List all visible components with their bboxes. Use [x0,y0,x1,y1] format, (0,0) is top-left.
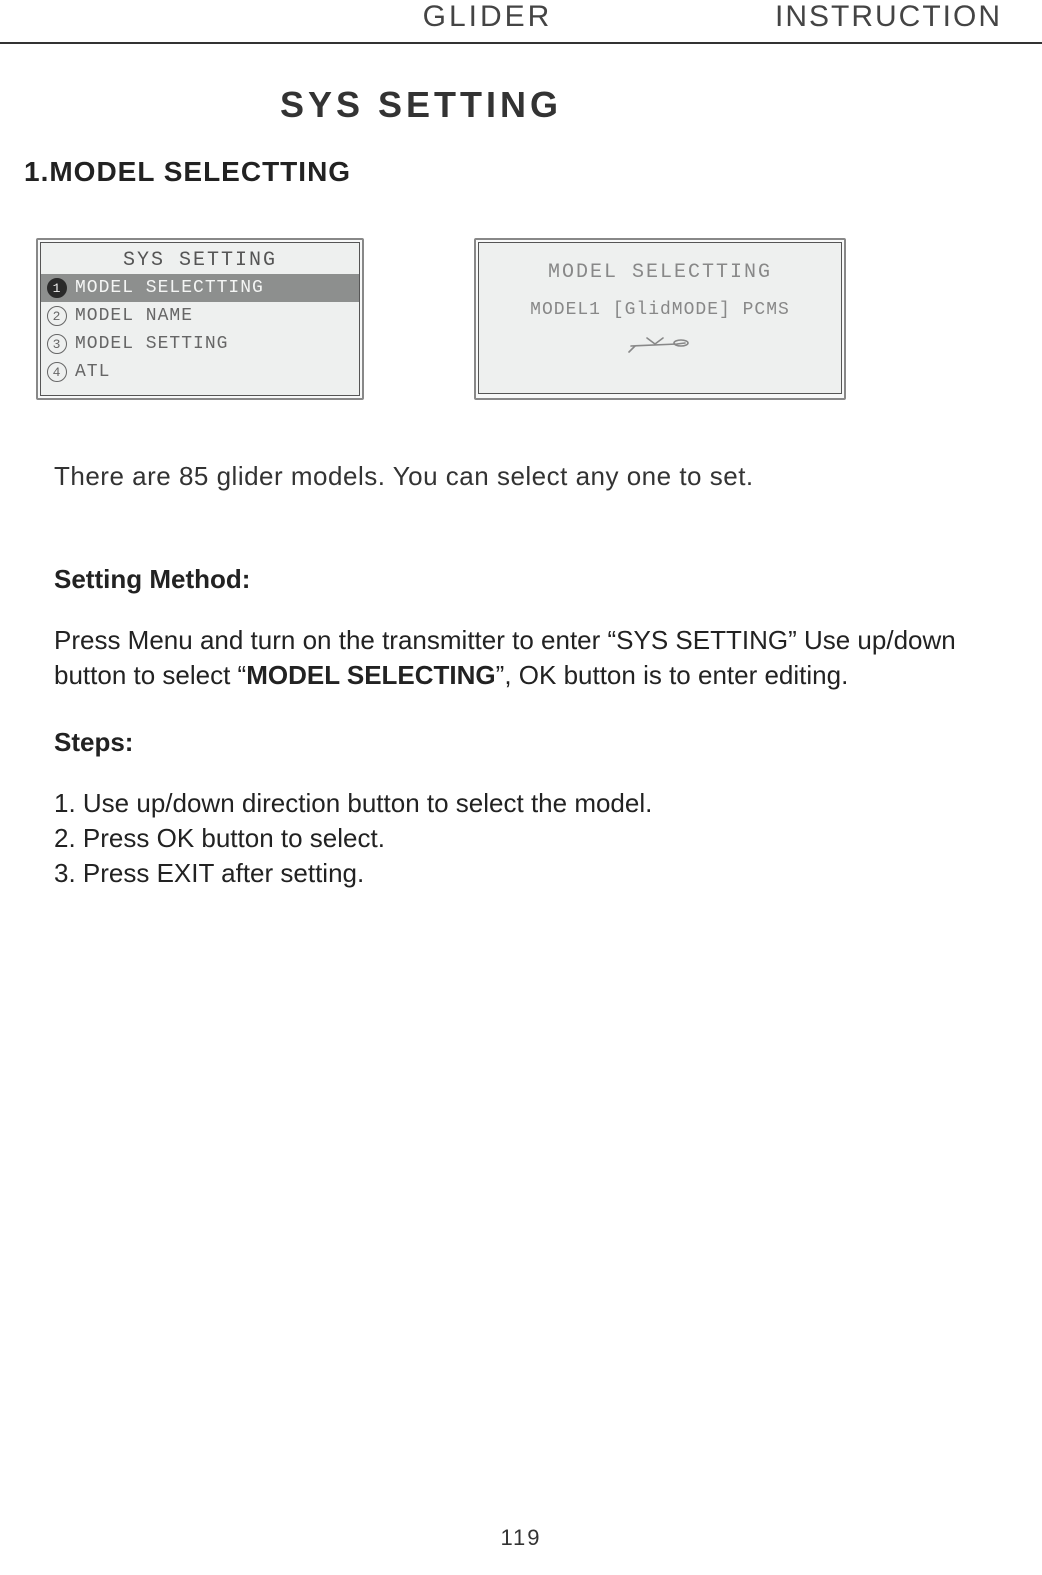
setting-method-paragraph: Press Menu and turn on the transmitter t… [0,623,1042,693]
lcd1-item-4-num: 4 [47,362,67,382]
step-3: 3. Press EXIT after setting. [54,856,1042,891]
lcd1-item-1-label: MODEL SELECTTING [75,278,264,298]
lcd1-title: SYS SETTING [41,243,359,274]
lcd1-item-1: 1 MODEL SELECTTING [41,274,359,302]
lcd-screen-sys-setting: SYS SETTING 1 MODEL SELECTTING 2 MODEL N… [36,238,364,400]
page-header: GLIDER INSTRUCTION [0,0,1042,44]
lcd1-item-4-label: ATL [75,362,110,382]
steps-list: 1. Use up/down direction button to selec… [0,786,1042,891]
page-number: 119 [0,1525,1042,1551]
lcd1-item-3-num: 3 [47,334,67,354]
section-heading: 1.MODEL SELECTTING [0,156,1042,188]
lcd1-item-4: 4 ATL [41,358,359,386]
glider-icon [479,324,841,356]
method-para-bold: MODEL SELECTING [246,660,495,690]
lcd-screen-model-selectting: MODEL SELECTTING MODEL1 [GlidMODE] PCMS [474,238,846,400]
lcd1-item-2-num: 2 [47,306,67,326]
intro-text: There are 85 glider models. You can sele… [0,460,1042,494]
lcd-screenshots-row: SYS SETTING 1 MODEL SELECTTING 2 MODEL N… [0,238,1042,400]
lcd1-item-1-num: 1 [47,278,67,298]
header-left-label: GLIDER [20,0,775,34]
method-para-post: ”, OK button is to enter editing. [496,660,849,690]
step-1: 1. Use up/down direction button to selec… [54,786,1042,821]
setting-method-heading: Setting Method: [0,564,1042,595]
lcd2-title: MODEL SELECTTING [479,243,841,294]
step-2: 2. Press OK button to select. [54,821,1042,856]
header-right-label: INSTRUCTION [775,0,1022,34]
lcd1-item-3: 3 MODEL SETTING [41,330,359,358]
lcd1-item-2: 2 MODEL NAME [41,302,359,330]
lcd2-model-line: MODEL1 [GlidMODE] PCMS [479,294,841,324]
lcd1-item-2-label: MODEL NAME [75,306,193,326]
page-title: SYS SETTING [0,84,1042,126]
lcd1-item-3-label: MODEL SETTING [75,334,228,354]
steps-heading: Steps: [0,727,1042,758]
